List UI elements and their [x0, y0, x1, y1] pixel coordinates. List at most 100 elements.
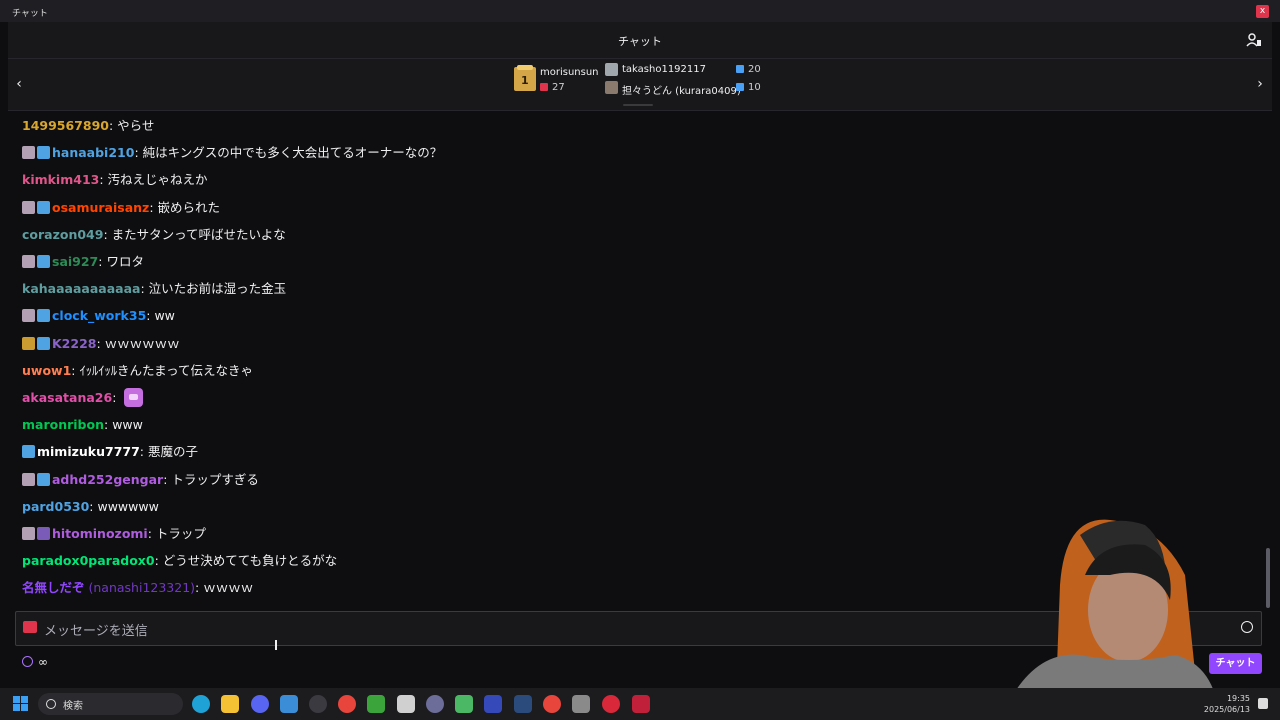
chat-message-text: 汚ねえじゃねえか [107, 172, 208, 188]
gold-badge-icon[interactable] [22, 336, 35, 350]
chat-message[interactable]: uwow1: ｲｯﾙｲｯﾙきんたまって伝えなきゃ [22, 361, 253, 381]
chat-message[interactable]: pard0530: wwwwww [22, 497, 159, 517]
chat-username[interactable]: osamuraisanz [52, 200, 149, 215]
chat-username[interactable]: hanaabi210 [52, 145, 134, 160]
rank-name: takasho1192117 [622, 64, 706, 75]
chat-username[interactable]: corazon049 [22, 227, 103, 242]
chat-message[interactable]: hitominozomi: トラップ [22, 524, 206, 544]
edge-icon[interactable] [192, 695, 210, 713]
notepad-icon[interactable] [280, 695, 298, 713]
chat-message-text: ｲｯﾙｲｯﾙきんたまって伝えなきゃ [79, 362, 253, 378]
crown-badge-icon[interactable] [37, 255, 50, 268]
file-explorer-icon[interactable] [221, 695, 239, 713]
chat-username[interactable]: 名無しだぞ [22, 580, 85, 595]
subscriber-badge-icon[interactable] [22, 146, 35, 160]
chat-message[interactable]: 名無しだぞ (nanashi123321): ｗｗｗｗ [22, 578, 253, 598]
chat-username[interactable]: kahaaaaaaaaaaa [22, 281, 140, 296]
chrome-icon[interactable] [338, 695, 356, 713]
chat-message-text: 純はキングスの中でも多く大会出てるオーナーなの？ [142, 145, 443, 161]
chat-separator: : [147, 526, 156, 541]
tool-app-icon[interactable] [572, 695, 590, 713]
close-button[interactable]: x [1256, 5, 1269, 18]
chat-message[interactable]: paradox0paradox0: どうせ決めてても負けとるがな [22, 551, 337, 571]
camera-icon [23, 621, 37, 633]
leaderboard-next-button[interactable]: › [1253, 76, 1267, 92]
start-button[interactable] [13, 696, 29, 712]
minecraft-icon[interactable] [367, 695, 385, 713]
rank-count: 20 [736, 64, 761, 75]
discord-icon[interactable] [251, 695, 269, 713]
chat-message-text: ｗｗｗｗｗｗ [104, 335, 180, 351]
chat-message[interactable]: adhd252gengar: トラップすぎる [22, 470, 259, 490]
chat-username[interactable]: uwow1 [22, 363, 71, 378]
chat-username[interactable]: sai927 [52, 254, 98, 269]
window-titlebar: チャット x [0, 0, 1280, 22]
leaderboard-prev-button[interactable]: ‹ [12, 76, 26, 92]
chat-username[interactable]: mimizuku7777 [37, 444, 140, 459]
subscriber-badge-icon[interactable] [22, 255, 35, 268]
chat-message-text: ww [154, 308, 175, 324]
crown-badge-icon[interactable] [37, 336, 50, 350]
chat-username[interactable]: adhd252gengar [52, 472, 163, 487]
crown-badge-icon[interactable] [22, 445, 35, 459]
chat-message-text: 泣いたお前は湿った金玉 [148, 281, 287, 297]
chrome-profile-icon[interactable] [543, 695, 561, 713]
chat-username[interactable]: clock_work35 [52, 308, 146, 323]
chat-username[interactable]: maronribon [22, 417, 104, 432]
chat-username[interactable]: hitominozomi [52, 526, 148, 541]
chat-message[interactable]: kahaaaaaaaaaaa: 泣いたお前は湿った金玉 [22, 279, 286, 299]
clock-time: 19:35 [1226, 694, 1250, 703]
chat-message[interactable]: 1499567890: やらせ [22, 116, 154, 136]
chat-message[interactable]: sai927: ワロタ [22, 252, 144, 272]
chat-message[interactable]: kimkim413: 汚ねえじゃねえか [22, 170, 208, 190]
x-app-icon[interactable] [397, 695, 415, 713]
chat-message[interactable]: hanaabi210: 純はキングスの中でも多く大会出てるオーナーなの？ [22, 143, 442, 163]
blocked-app-icon[interactable] [602, 695, 620, 713]
taskbar-search[interactable]: 検索 [38, 693, 183, 715]
chat-separator: : [99, 172, 108, 188]
chat-scrollbar[interactable] [1266, 548, 1270, 608]
chat-username[interactable]: 1499567890 [22, 118, 109, 133]
chat-username[interactable]: pard0530 [22, 499, 89, 514]
emote-icon[interactable] [124, 388, 144, 407]
chat-message[interactable]: K2228: ｗｗｗｗｗｗ [22, 334, 180, 354]
rank-number: 1 [521, 74, 529, 87]
crown-badge-icon[interactable] [37, 472, 50, 486]
monitor-app-icon[interactable] [484, 695, 502, 713]
purple-badge-icon[interactable] [37, 527, 50, 540]
chat-message[interactable]: mimizuku7777: 悪魔の子 [22, 442, 198, 462]
chat-username-login: (nanashi123321) [88, 580, 196, 596]
chat-separator: : [112, 390, 121, 405]
rank-name: 担々うどん (kurara0409) [622, 86, 741, 97]
emoji-picker-icon[interactable] [1241, 621, 1253, 633]
notification-icon[interactable] [1258, 698, 1268, 709]
chat-separator: : [103, 226, 112, 242]
chat-message[interactable]: maronribon: www [22, 415, 143, 435]
crown-badge-icon[interactable] [37, 146, 50, 160]
steam-icon[interactable] [514, 695, 532, 713]
chat-separator: : [104, 417, 113, 433]
drive-app-icon[interactable] [455, 695, 473, 713]
subscriber-badge-icon[interactable] [22, 200, 35, 214]
kick-app-icon[interactable] [632, 695, 650, 713]
subscriber-badge-icon[interactable] [22, 472, 35, 486]
taskbar-clock[interactable]: 19:35 2025/06/13 [1204, 693, 1250, 715]
chat-message[interactable]: akasatana26: [22, 388, 144, 408]
chat-username[interactable]: paradox0paradox0 [22, 553, 155, 568]
chat-message-text: またサタンって呼ばせたいよな [111, 226, 286, 242]
chat-username[interactable]: K2228 [52, 336, 96, 351]
audio-app-icon[interactable] [426, 695, 444, 713]
crown-badge-icon[interactable] [37, 309, 50, 323]
chat-message[interactable]: osamuraisanz: 嵌められた [22, 198, 220, 218]
chat-message[interactable]: corazon049: またサタンって呼ばせたいよな [22, 225, 286, 245]
crown-badge-icon[interactable] [37, 200, 50, 214]
chat-username[interactable]: kimkim413 [22, 172, 99, 187]
chat-send-button[interactable]: チャット [1209, 653, 1262, 674]
obs-icon[interactable] [309, 695, 327, 713]
chat-username[interactable]: akasatana26 [22, 390, 112, 405]
subscriber-badge-icon[interactable] [22, 309, 35, 323]
subscriber-badge-icon[interactable] [22, 527, 35, 540]
chat-message[interactable]: clock_work35: ww [22, 306, 175, 326]
chat-separator: : [96, 335, 105, 351]
community-icon[interactable] [1246, 32, 1262, 48]
